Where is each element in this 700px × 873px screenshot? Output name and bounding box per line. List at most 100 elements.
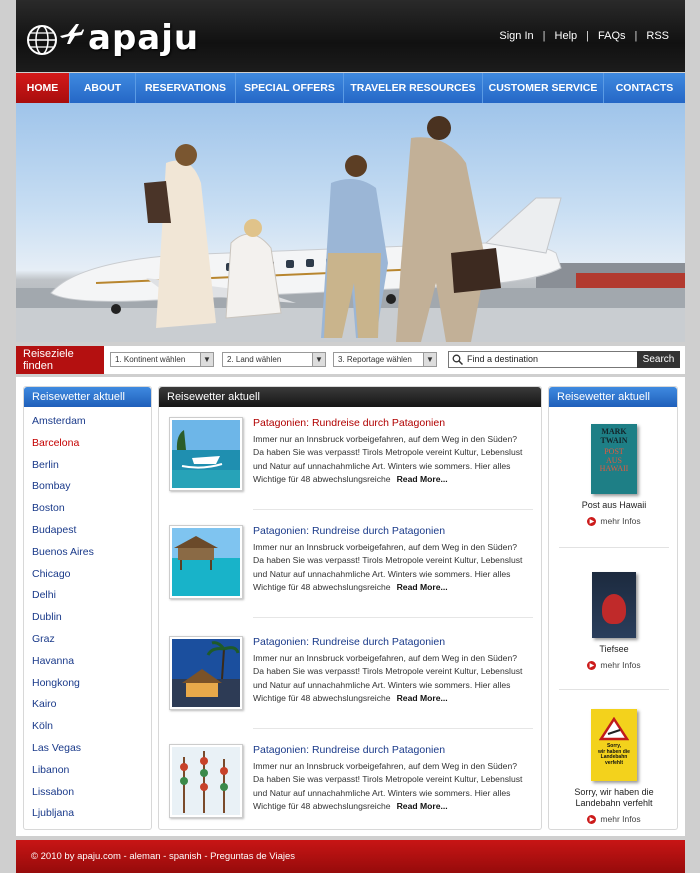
destination-search-bar: Reiseziele finden 1. Kontinent wählen ▼ … xyxy=(16,346,685,374)
book-title: Sorry, wir haben die Landebahn verfehlt xyxy=(574,787,654,808)
arrow-right-icon: ▶ xyxy=(587,660,597,670)
country-select-value: 2. Land wählen xyxy=(227,355,282,364)
more-info-label: mehr Infos xyxy=(600,660,641,670)
chevron-down-icon: ▼ xyxy=(200,353,213,366)
logo[interactable]: apaju xyxy=(26,16,199,60)
city-link[interactable]: Berlin xyxy=(24,455,151,477)
city-link[interactable]: Amsterdam xyxy=(24,411,151,433)
country-select[interactable]: 2. Land wählen ▼ xyxy=(222,352,326,367)
article-thumbnail[interactable] xyxy=(169,417,243,491)
city-link[interactable]: Chicago xyxy=(24,564,151,586)
city-link[interactable]: Köln xyxy=(24,716,151,738)
article-item: Patagonien: Rundreise durch Patagonien I… xyxy=(169,525,534,625)
city-link[interactable]: Barcelona xyxy=(24,433,151,455)
tropical-resort-photo xyxy=(172,639,240,707)
nav-reservations[interactable]: RESERVATIONS xyxy=(136,73,236,103)
continent-select-value: 1. Kontinent wählen xyxy=(115,355,186,364)
article-item: Patagonien: Rundreise durch Patagonien I… xyxy=(169,744,534,844)
report-select[interactable]: 3. Reportage wählen ▼ xyxy=(333,352,437,367)
airplane-icon xyxy=(60,24,84,44)
city-link[interactable]: Libanon xyxy=(24,760,151,782)
top-links: Sign In | Help | FAQs | RSS xyxy=(499,30,669,42)
nav-traveler-resources[interactable]: TRAVELER RESOURCES xyxy=(344,73,483,103)
city-link[interactable]: Kairo xyxy=(24,694,151,716)
more-info-link[interactable]: ▶ mehr Infos xyxy=(549,814,679,824)
divider: | xyxy=(634,30,638,42)
hero-image xyxy=(16,103,685,342)
beach-totems-photo xyxy=(172,747,240,815)
book-cover[interactable]: Sorry, wir haben die Landebahn verfehlt xyxy=(591,709,637,781)
rss-link[interactable]: RSS xyxy=(646,30,669,42)
article-title[interactable]: Patagonien: Rundreise durch Patagonien xyxy=(253,417,445,429)
city-link[interactable]: Boston xyxy=(24,498,151,520)
article-item: Patagonien: Rundreise durch Patagonien I… xyxy=(169,636,534,736)
book-item: Sorry, wir haben die Landebahn verfehlt … xyxy=(549,709,679,824)
chevron-down-icon: ▼ xyxy=(312,353,325,366)
destination-search-input[interactable]: Find a destination xyxy=(448,351,638,368)
main-nav: HOME ABOUT RESERVATIONS SPECIAL OFFERS T… xyxy=(16,73,685,103)
search-bar-label: Reiseziele finden xyxy=(16,346,104,374)
faqs-link[interactable]: FAQs xyxy=(598,30,626,42)
speedboat-photo xyxy=(172,420,240,488)
city-link[interactable]: Las Vegas xyxy=(24,738,151,760)
arrow-right-icon: ▶ xyxy=(587,516,597,526)
footer: © 2010 by apaju.com - aleman - spanish -… xyxy=(16,840,685,873)
article-item: Patagonien: Rundreise durch Patagonien I… xyxy=(169,417,534,517)
city-link[interactable]: Ljubljana xyxy=(24,803,151,825)
help-link[interactable]: Help xyxy=(555,30,578,42)
arrow-right-icon: ▶ xyxy=(587,814,597,824)
book-cover[interactable]: MARK TWAIN POST AUS HAWAII xyxy=(591,424,637,494)
cover-text: verfehlt xyxy=(604,759,624,766)
book-cover[interactable] xyxy=(592,572,636,638)
nav-home[interactable]: HOME xyxy=(16,73,70,103)
more-info-label: mehr Infos xyxy=(600,516,641,526)
article-text: Immer nur an Innsbruck vorbeigefahren, a… xyxy=(253,761,523,812)
nav-contacts[interactable]: CONTACTS xyxy=(604,73,685,103)
nav-customer-service[interactable]: CUSTOMER SERVICE xyxy=(483,73,604,103)
chevron-down-icon: ▼ xyxy=(423,353,436,366)
nav-about[interactable]: ABOUT xyxy=(70,73,136,103)
read-more-link[interactable]: Read More... xyxy=(397,582,448,592)
hero-illustration xyxy=(16,116,685,342)
article-thumbnail[interactable] xyxy=(169,636,243,710)
search-placeholder: Find a destination xyxy=(467,354,539,364)
article-thumbnail[interactable] xyxy=(169,525,243,599)
article-title[interactable]: Patagonien: Rundreise durch Patagonien xyxy=(253,636,445,648)
article-title[interactable]: Patagonien: Rundreise durch Patagonien xyxy=(253,525,445,537)
city-link[interactable]: Graz xyxy=(24,629,151,651)
more-info-link[interactable]: ▶ mehr Infos xyxy=(549,660,679,670)
book-item: Tiefsee ▶ mehr Infos xyxy=(549,572,679,670)
city-link[interactable]: Hongkong xyxy=(24,673,151,695)
article-thumbnail[interactable] xyxy=(169,744,243,818)
warning-sign-icon xyxy=(598,716,630,741)
city-link[interactable]: Dublin xyxy=(24,607,151,629)
city-link[interactable]: Delhi xyxy=(24,585,151,607)
read-more-link[interactable]: Read More... xyxy=(397,801,448,811)
book-item: MARK TWAIN POST AUS HAWAII Post aus Hawa… xyxy=(549,424,679,526)
more-info-link[interactable]: ▶ mehr Infos xyxy=(549,516,679,526)
sign-in-link[interactable]: Sign In xyxy=(499,30,533,42)
books-panel: Reisewetter aktuell MARK TWAIN POST AUS … xyxy=(548,386,678,830)
article-text: Immer nur an Innsbruck vorbeigefahren, a… xyxy=(253,542,523,593)
cover-text: TWAIN xyxy=(600,435,628,445)
nav-special-offers[interactable]: SPECIAL OFFERS xyxy=(236,73,344,103)
report-select-value: 3. Reportage wählen xyxy=(338,355,412,364)
city-link[interactable]: Buenos Aires xyxy=(24,542,151,564)
deep-sea-creature-illustration xyxy=(602,594,626,624)
read-more-link[interactable]: Read More... xyxy=(397,474,448,484)
water-bungalow-photo xyxy=(172,528,240,596)
city-link[interactable]: Budapest xyxy=(24,520,151,542)
city-link[interactable]: Bombay xyxy=(24,476,151,498)
read-more-link[interactable]: Read More... xyxy=(397,693,448,703)
articles-panel: Reisewetter aktuell Patagonien: Rundreis… xyxy=(158,386,542,830)
city-link[interactable]: Lissabon xyxy=(24,782,151,804)
divider xyxy=(559,689,669,690)
article-title[interactable]: Patagonien: Rundreise durch Patagonien xyxy=(253,744,445,756)
search-button[interactable]: Search xyxy=(637,351,680,368)
book-title: Tiefsee xyxy=(599,644,629,654)
city-link[interactable]: Havanna xyxy=(24,651,151,673)
brand-name: apaju xyxy=(88,18,200,58)
articles-heading: Reisewetter aktuell xyxy=(159,387,541,407)
continent-select[interactable]: 1. Kontinent wählen ▼ xyxy=(110,352,214,367)
article-text: Immer nur an Innsbruck vorbeigefahren, a… xyxy=(253,434,523,485)
